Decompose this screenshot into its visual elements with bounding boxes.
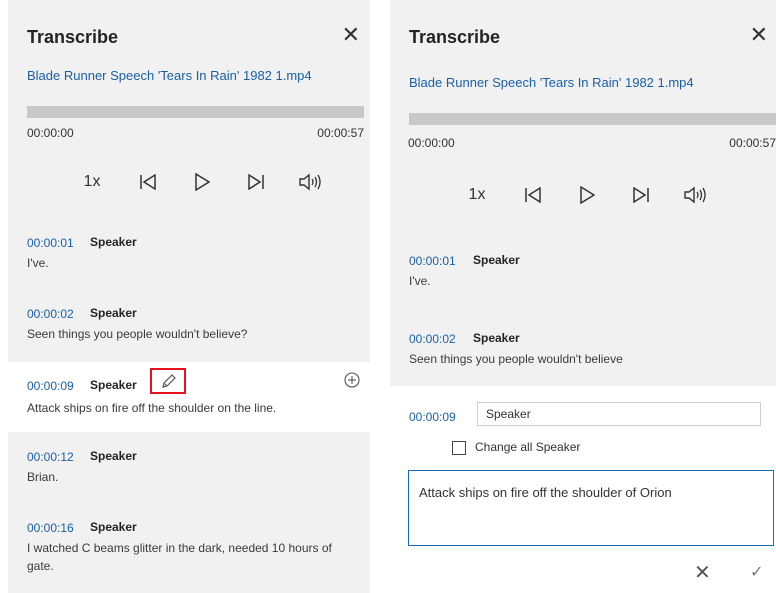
playback-controls: 1x	[74, 168, 346, 196]
playback-progress-bar[interactable]	[27, 106, 364, 118]
transcript-text-editor[interactable]: Attack ships on fire off the shoulder of…	[408, 470, 774, 546]
time-end: 00:00:57	[729, 136, 776, 150]
transcript-entry[interactable]: 00:00:02 Speaker Seen things you people …	[390, 326, 776, 378]
skip-previous-icon[interactable]	[130, 168, 166, 196]
change-all-speaker-checkbox[interactable]	[452, 441, 466, 455]
transcript-entry[interactable]: 00:00:01 Speaker I've.	[8, 230, 370, 282]
checkbox-label: Change all Speaker	[475, 440, 581, 454]
skip-previous-icon[interactable]	[515, 181, 551, 209]
edit-button[interactable]	[150, 368, 186, 394]
transcript-entry[interactable]: 00:00:01 Speaker I've.	[390, 248, 776, 300]
volume-icon[interactable]	[292, 168, 328, 196]
transcribe-panel-left: Transcribe ✕ Blade Runner Speech 'Tears …	[8, 0, 370, 593]
timestamp-link[interactable]: 00:00:02	[27, 307, 74, 321]
file-name-link[interactable]: Blade Runner Speech 'Tears In Rain' 1982…	[409, 75, 694, 90]
volume-icon[interactable]	[677, 181, 713, 209]
speaker-label: Speaker	[90, 449, 137, 463]
transcript-entry-selected[interactable]: 00:00:09 Speaker Attack ships on fire of…	[8, 362, 370, 432]
timestamp-link[interactable]: 00:00:01	[409, 254, 456, 268]
play-icon[interactable]	[569, 181, 605, 209]
speed-button[interactable]: 1x	[459, 186, 495, 204]
timestamp-link[interactable]: 00:00:01	[27, 236, 74, 250]
time-end: 00:00:57	[317, 126, 364, 140]
transcript-entry[interactable]: 00:00:12 Speaker Brian.	[8, 444, 370, 496]
time-start: 00:00:00	[408, 136, 455, 150]
transcript-text: Seen things you people wouldn't believe?	[27, 327, 248, 341]
cancel-edit-button[interactable]: ✕	[694, 560, 711, 585]
confirm-edit-button[interactable]: ✓	[750, 562, 763, 582]
timestamp-link[interactable]: 00:00:16	[27, 521, 74, 535]
speaker-label: Speaker	[90, 306, 137, 320]
timestamp-link[interactable]: 00:00:12	[27, 450, 74, 464]
add-entry-button[interactable]	[344, 372, 360, 393]
speed-button[interactable]: 1x	[74, 173, 110, 191]
transcript-entry[interactable]: 00:00:16 Speaker I watched C beams glitt…	[8, 514, 370, 590]
skip-next-icon[interactable]	[238, 168, 274, 196]
transcript-text: I've.	[27, 256, 49, 270]
panel-title: Transcribe	[409, 27, 501, 47]
close-button[interactable]: ✕	[750, 24, 768, 46]
close-button[interactable]: ✕	[342, 24, 360, 46]
speaker-name-input[interactable]	[477, 402, 761, 426]
transcript-text: Seen things you people wouldn't believe	[409, 352, 623, 366]
playback-controls: 1x	[459, 181, 731, 209]
time-start: 00:00:00	[27, 126, 74, 140]
file-name-link[interactable]: Blade Runner Speech 'Tears In Rain' 1982…	[27, 68, 312, 83]
speaker-label: Speaker	[90, 378, 137, 392]
skip-next-icon[interactable]	[623, 181, 659, 209]
transcript-text: Attack ships on fire off the shoulder on…	[27, 401, 277, 415]
pencil-icon	[162, 374, 176, 388]
speaker-label: Speaker	[473, 331, 520, 345]
transcript-text: Brian.	[27, 470, 59, 484]
timestamp-link[interactable]: 00:00:02	[409, 332, 456, 346]
transcribe-panel-right: Transcribe ✕ Blade Runner Speech 'Tears …	[390, 0, 776, 593]
plus-circle-icon	[344, 372, 360, 388]
speaker-label: Speaker	[90, 235, 137, 249]
speaker-label: Speaker	[90, 520, 137, 534]
timestamp-link[interactable]: 00:00:09	[409, 410, 456, 424]
speaker-label: Speaker	[473, 253, 520, 267]
transcript-text: I've.	[409, 274, 431, 288]
panel-title: Transcribe	[27, 27, 119, 47]
timestamp-link[interactable]: 00:00:09	[27, 379, 74, 393]
playback-progress-bar[interactable]	[409, 113, 776, 125]
transcript-text: I watched C beams glitter in the dark, n…	[27, 541, 332, 573]
transcript-entry[interactable]: 00:00:02 Speaker Seen things you people …	[8, 300, 370, 352]
play-icon[interactable]	[184, 168, 220, 196]
